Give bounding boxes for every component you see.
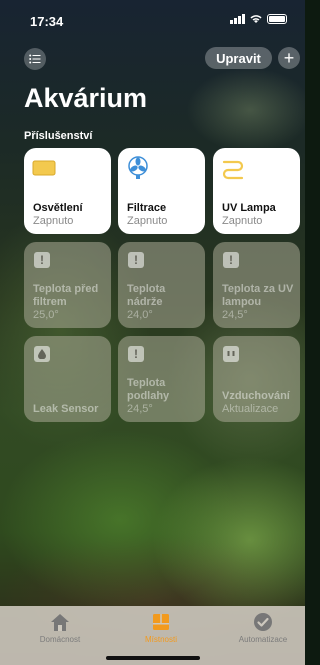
tab-label: Automatizace xyxy=(238,635,288,644)
house-icon xyxy=(51,614,69,631)
section-label: Příslušenství xyxy=(24,130,93,142)
tile-status: Aktualizace xyxy=(222,403,279,415)
tile-teplota-nadrze[interactable]: ! Teplota nádrže 24,0° xyxy=(118,242,205,328)
status-time: 17:34 xyxy=(30,14,64,29)
tab-label: Domácnost xyxy=(39,635,81,644)
tile-name: Osvětlení xyxy=(33,202,83,214)
battery-icon xyxy=(267,14,287,24)
alert-icon: ! xyxy=(126,344,150,368)
tile-leak-sensor[interactable]: Leak Sensor xyxy=(24,336,111,422)
alert-icon: ! xyxy=(32,250,56,274)
tab-domacnost[interactable]: Domácnost xyxy=(15,612,105,644)
wifi-icon xyxy=(250,15,262,23)
alert-icon: ! xyxy=(221,250,245,274)
tab-mistnosti[interactable]: Místnosti xyxy=(116,612,206,644)
alert-icon: ! xyxy=(126,250,150,274)
status-bar: 17:34 xyxy=(0,0,305,40)
list-icon xyxy=(29,54,41,64)
tile-name: Filtrace xyxy=(127,202,167,214)
tile-uv-lampa[interactable]: UV Lampa Zapnuto xyxy=(213,148,300,234)
tile-name: Vzduchování xyxy=(222,390,290,402)
outlet-icon xyxy=(221,344,245,368)
edit-button[interactable]: Upravit xyxy=(205,47,272,69)
tile-teplota-podlahy[interactable]: ! Teplota podlahy 24,5° xyxy=(118,336,205,422)
rooms-icon xyxy=(153,614,169,630)
page-title: Akvárium xyxy=(24,83,148,113)
uv-lamp-icon xyxy=(222,160,244,180)
tab-label: Místnosti xyxy=(144,635,177,644)
tab-automatizace[interactable]: Automatizace xyxy=(218,612,308,644)
tile-status: Zapnuto xyxy=(33,215,74,227)
tile-status: 25,0° xyxy=(33,309,59,321)
light-panel-icon xyxy=(32,160,56,176)
tile-name: Teplota před filtrem xyxy=(33,283,99,308)
tile-name: Teplota nádrže xyxy=(127,283,166,308)
tile-status: Zapnuto xyxy=(127,215,168,227)
accessory-grid: Osvětlení Zapnuto Filtrace Zapnuto UV La… xyxy=(24,148,300,422)
tile-name: Leak Sensor xyxy=(33,403,99,415)
tile-name: Teplota podlahy xyxy=(127,377,170,402)
tile-filtrace[interactable]: Filtrace Zapnuto xyxy=(118,148,205,234)
tile-teplota-za-uv-lampou[interactable]: ! Teplota za UV lampou 24,5° xyxy=(213,242,300,328)
add-button[interactable]: + xyxy=(278,47,300,69)
signal-icon xyxy=(230,14,245,24)
tile-status: 24,5° xyxy=(222,309,248,321)
tile-name: UV Lampa xyxy=(222,202,276,214)
fan-icon xyxy=(128,156,148,179)
drop-icon xyxy=(32,344,56,368)
tile-status: 24,0° xyxy=(127,309,153,321)
automation-icon xyxy=(254,613,272,631)
status-icons xyxy=(230,14,287,24)
tile-status: Zapnuto xyxy=(222,215,263,227)
home-indicator xyxy=(106,656,200,660)
tile-teplota-pred-filtrem[interactable]: ! Teplota před filtrem 25,0° xyxy=(24,242,111,328)
tile-osvetleni[interactable]: Osvětlení Zapnuto xyxy=(24,148,111,234)
tile-vzduchovani[interactable]: Vzduchování Aktualizace xyxy=(213,336,300,422)
tile-name: Teplota za UV lampou xyxy=(222,283,294,308)
list-button[interactable] xyxy=(24,48,46,70)
tile-status: 24,5° xyxy=(127,403,153,415)
